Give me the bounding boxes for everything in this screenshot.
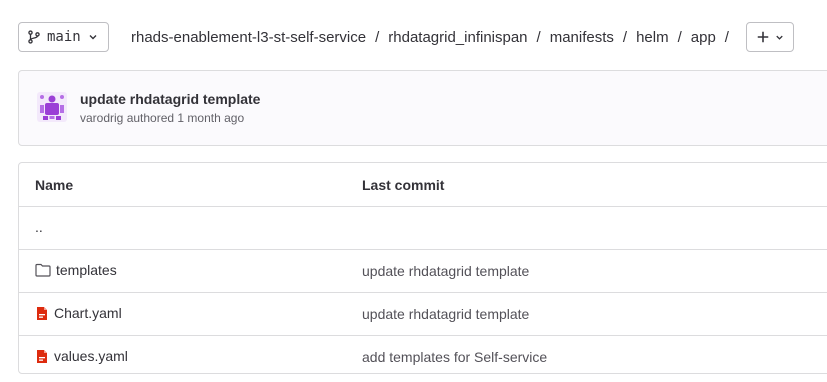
chevron-down-icon (774, 32, 785, 43)
breadcrumb-separator: / (375, 28, 380, 46)
parent-directory-link[interactable]: .. (35, 219, 43, 235)
file-link[interactable]: templates (56, 262, 117, 278)
breadcrumb-separator: / (724, 28, 729, 46)
branch-selector-button[interactable]: main (18, 22, 109, 52)
yaml-file-icon (35, 306, 49, 321)
breadcrumb-item-helm[interactable]: helm (636, 29, 669, 46)
chevron-down-icon (87, 31, 99, 43)
breadcrumb-item-repo-folder[interactable]: rhdatagrid_infinispan (388, 29, 527, 46)
breadcrumb-separator: / (677, 28, 682, 46)
branch-icon (27, 30, 41, 44)
file-name: .. (35, 219, 43, 235)
breadcrumb-separator: / (622, 28, 628, 46)
breadcrumb-separator: / (536, 28, 541, 46)
table-row[interactable]: Chart.yaml update rhdatagrid template (19, 293, 827, 336)
add-file-dropdown-button[interactable] (746, 22, 794, 52)
avatar[interactable] (37, 92, 67, 122)
plus-icon (756, 30, 770, 44)
file-name: templates (35, 262, 117, 278)
commit-author-link[interactable]: varodrig (80, 111, 123, 125)
breadcrumb-item-project[interactable]: rhads-enablement-l3-st-self-service (131, 29, 366, 46)
last-commit-link[interactable]: update rhdatagrid template (362, 306, 529, 322)
breadcrumb-item-manifests[interactable]: manifests (550, 29, 614, 46)
breadcrumb-item-app[interactable]: app (691, 29, 716, 46)
commit-meta: varodrig authored 1 month ago (80, 111, 244, 125)
branch-name: main (47, 29, 81, 45)
last-commit-link[interactable]: update rhdatagrid template (362, 263, 529, 279)
breadcrumb: rhads-enablement-l3-st-self-service / rh… (131, 27, 738, 47)
file-tree-table: Name Last commit .. templates update rhd… (18, 162, 827, 374)
file-name: values.yaml (35, 348, 128, 364)
commit-title-link[interactable]: update rhdatagrid template (80, 91, 260, 107)
last-commit-link[interactable]: add templates for Self-service (362, 349, 547, 365)
table-header: Name Last commit (19, 163, 827, 207)
table-row-parent[interactable]: .. (19, 207, 827, 250)
column-header-last-commit: Last commit (362, 177, 445, 193)
column-header-name: Name (35, 177, 74, 193)
table-row[interactable]: templates update rhdatagrid template (19, 250, 827, 293)
file-link[interactable]: values.yaml (54, 348, 128, 364)
commit-time: authored 1 month ago (126, 111, 245, 125)
yaml-file-icon (35, 349, 49, 364)
folder-icon (35, 263, 51, 277)
table-row[interactable]: values.yaml add templates for Self-servi… (19, 336, 827, 373)
file-link[interactable]: Chart.yaml (54, 305, 122, 321)
file-name: Chart.yaml (35, 305, 122, 321)
last-commit-card: update rhdatagrid template varodrig auth… (18, 70, 827, 146)
